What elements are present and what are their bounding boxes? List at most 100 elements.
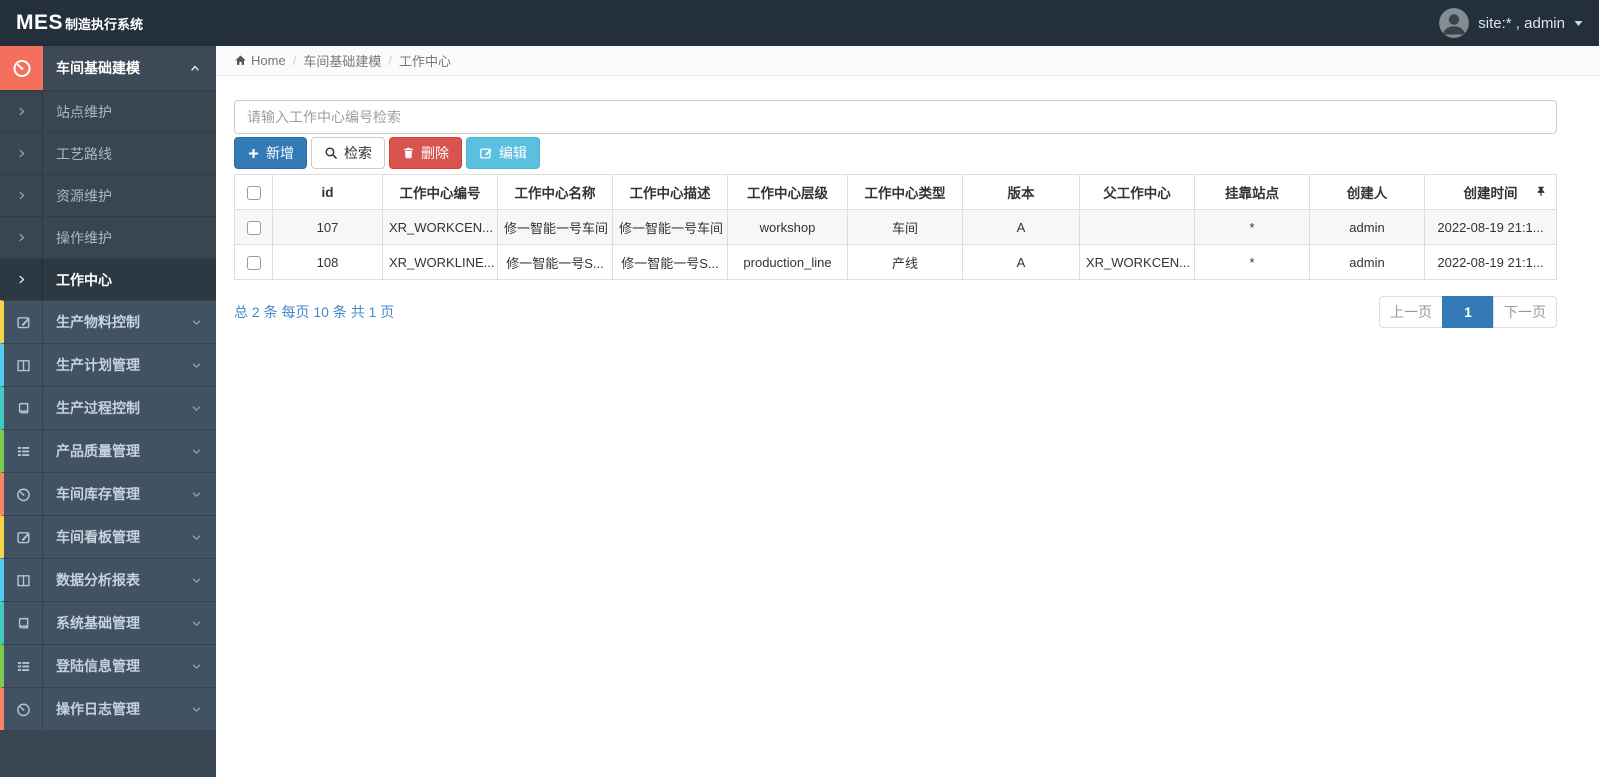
row-checkbox[interactable] bbox=[246, 220, 261, 235]
cell-name: 修一智能一号S... bbox=[497, 244, 613, 280]
sidebar-footer bbox=[0, 730, 216, 777]
pin-icon[interactable] bbox=[1535, 185, 1547, 198]
tasks-icon bbox=[4, 645, 43, 687]
cell-created-time: 2022-08-19 21:1... bbox=[1424, 244, 1557, 280]
prev-page-button[interactable]: 上一页 bbox=[1379, 296, 1443, 328]
column-header-created-time[interactable]: 创建时间 bbox=[1424, 174, 1557, 210]
sidebar-item-kanban-management[interactable]: 车间看板管理 bbox=[0, 515, 216, 558]
search-button[interactable]: 检索 bbox=[311, 137, 385, 169]
chevron-right-icon bbox=[0, 175, 43, 216]
column-header-level[interactable]: 工作中心层级 bbox=[727, 174, 848, 210]
sidebar-item-login-info-management[interactable]: 登陆信息管理 bbox=[0, 644, 216, 687]
edit-button[interactable]: 编辑 bbox=[466, 137, 540, 169]
cell-code: XR_WORKLINE... bbox=[382, 244, 498, 280]
column-header-description[interactable]: 工作中心描述 bbox=[612, 174, 728, 210]
sidebar-item-analytics-reports[interactable]: 数据分析报表 bbox=[0, 558, 216, 601]
sidebar-item-inventory-management[interactable]: 车间库存管理 bbox=[0, 472, 216, 515]
breadcrumb-home[interactable]: Home bbox=[234, 53, 286, 68]
sidebar-item-label: 登陆信息管理 bbox=[56, 658, 140, 674]
sidebar-item-production-plan[interactable]: 生产计划管理 bbox=[0, 343, 216, 386]
page-1-button[interactable]: 1 bbox=[1442, 296, 1494, 328]
breadcrumb: Home / 车间基础建模 / 工作中心 bbox=[216, 46, 1599, 76]
chevron-down-icon bbox=[191, 618, 202, 629]
select-all-checkbox[interactable] bbox=[246, 185, 261, 200]
column-header-id[interactable]: id bbox=[272, 174, 383, 210]
book-icon bbox=[4, 602, 43, 644]
chevron-down-icon bbox=[191, 317, 202, 328]
sidebar-item-process-control[interactable]: 生产过程控制 bbox=[0, 386, 216, 429]
logo-primary: MES bbox=[16, 11, 64, 34]
sidebar-item-label: 操作维护 bbox=[56, 229, 112, 246]
breadcrumb-section[interactable]: 车间基础建模 bbox=[303, 51, 381, 70]
column-header-code[interactable]: 工作中心编号 bbox=[382, 174, 498, 210]
column-header-version[interactable]: 版本 bbox=[962, 174, 1080, 210]
column-header-parent[interactable]: 父工作中心 bbox=[1079, 174, 1195, 210]
table-row[interactable]: 108 XR_WORKLINE... 修一智能一号S... 修一智能一号S...… bbox=[234, 244, 1557, 280]
delete-button[interactable]: 删除 bbox=[389, 137, 462, 169]
cell-name: 修一智能一号车间 bbox=[497, 209, 613, 245]
table-row[interactable]: 107 XR_WORKCEN... 修一智能一号车间 修一智能一号车间 work… bbox=[234, 209, 1557, 245]
next-page-button[interactable]: 下一页 bbox=[1493, 296, 1557, 328]
search-input[interactable] bbox=[234, 100, 1557, 134]
column-header-name[interactable]: 工作中心名称 bbox=[497, 174, 613, 210]
pagination-summary: 总 2 条 每页 10 条 共 1 页 bbox=[234, 304, 395, 320]
cell-description: 修一智能一号S... bbox=[612, 244, 728, 280]
sidebar-item-quality-management[interactable]: 产品质量管理 bbox=[0, 429, 216, 472]
cell-type: 产线 bbox=[847, 244, 963, 280]
user-menu[interactable]: site:* , admin bbox=[1439, 8, 1583, 38]
gauge-icon bbox=[0, 46, 43, 90]
cell-parent bbox=[1079, 209, 1195, 245]
breadcrumb-current: 工作中心 bbox=[398, 54, 451, 69]
search-icon bbox=[325, 147, 337, 159]
chevron-down-icon bbox=[191, 489, 202, 500]
avatar[interactable] bbox=[1439, 8, 1470, 38]
workcenter-table: id 工作中心编号 工作中心名称 工作中心描述 工作中心层级 工作中心类型 版本… bbox=[234, 174, 1557, 280]
chevron-down-icon bbox=[191, 661, 202, 672]
sidebar-item-label: 车间看板管理 bbox=[56, 529, 140, 545]
sidebar-item-station-maintenance[interactable]: 站点维护 bbox=[0, 90, 216, 132]
row-checkbox[interactable] bbox=[246, 255, 261, 270]
column-header-station[interactable]: 挂靠站点 bbox=[1194, 174, 1310, 210]
sidebar: 车间基础建模 站点维护 工艺路线 资源维护 操作维护 工作中心 生产物料控制 生… bbox=[0, 46, 216, 777]
plus-icon bbox=[248, 148, 259, 158]
column-header-creator[interactable]: 创建人 bbox=[1309, 174, 1425, 210]
home-icon bbox=[235, 55, 246, 65]
sidebar-item-workshop-modeling[interactable]: 车间基础建模 bbox=[0, 46, 216, 90]
logo-secondary: 制造执行系统 bbox=[65, 17, 144, 32]
sidebar-item-label: 产品质量管理 bbox=[56, 443, 140, 459]
caret-down-icon bbox=[1574, 21, 1583, 26]
app-logo: MES 制造执行系统 bbox=[16, 11, 143, 35]
chevron-right-icon bbox=[0, 133, 43, 174]
sidebar-item-label: 系统基础管理 bbox=[56, 615, 140, 631]
sidebar-item-work-center[interactable]: 工作中心 bbox=[0, 258, 216, 300]
gauge-icon bbox=[4, 473, 43, 515]
sidebar-item-operation-log-management[interactable]: 操作日志管理 bbox=[0, 687, 216, 730]
column-header-type[interactable]: 工作中心类型 bbox=[847, 174, 963, 210]
sidebar-item-resource-maintenance[interactable]: 资源维护 bbox=[0, 174, 216, 216]
book-icon bbox=[4, 387, 43, 429]
add-button[interactable]: 新增 bbox=[234, 137, 307, 169]
pencil-square-icon bbox=[4, 301, 43, 343]
sidebar-item-system-management[interactable]: 系统基础管理 bbox=[0, 601, 216, 644]
pagination: 上一页 1 下一页 bbox=[1379, 296, 1557, 328]
cell-created-time: 2022-08-19 21:1... bbox=[1424, 209, 1557, 245]
chevron-right-icon bbox=[0, 217, 43, 258]
cell-creator: admin bbox=[1309, 209, 1425, 245]
tasks-icon bbox=[4, 430, 43, 472]
chevron-down-icon bbox=[191, 446, 202, 457]
chevron-right-icon bbox=[0, 259, 43, 300]
chevron-down-icon bbox=[191, 360, 202, 371]
sidebar-item-operation-maintenance[interactable]: 操作维护 bbox=[0, 216, 216, 258]
chevron-down-icon bbox=[191, 403, 202, 414]
sidebar-item-process-route[interactable]: 工艺路线 bbox=[0, 132, 216, 174]
chevron-down-icon bbox=[191, 575, 202, 586]
cell-description: 修一智能一号车间 bbox=[612, 209, 728, 245]
sidebar-item-material-control[interactable]: 生产物料控制 bbox=[0, 300, 216, 343]
cell-creator: admin bbox=[1309, 244, 1425, 280]
sidebar-item-label: 车间基础建模 bbox=[56, 60, 140, 76]
breadcrumb-separator: / bbox=[388, 53, 392, 68]
sidebar-item-label: 工艺路线 bbox=[56, 145, 112, 162]
cell-parent: XR_WORKCEN... bbox=[1079, 244, 1195, 280]
sidebar-item-label: 操作日志管理 bbox=[56, 701, 140, 717]
sidebar-item-label: 站点维护 bbox=[56, 103, 112, 120]
